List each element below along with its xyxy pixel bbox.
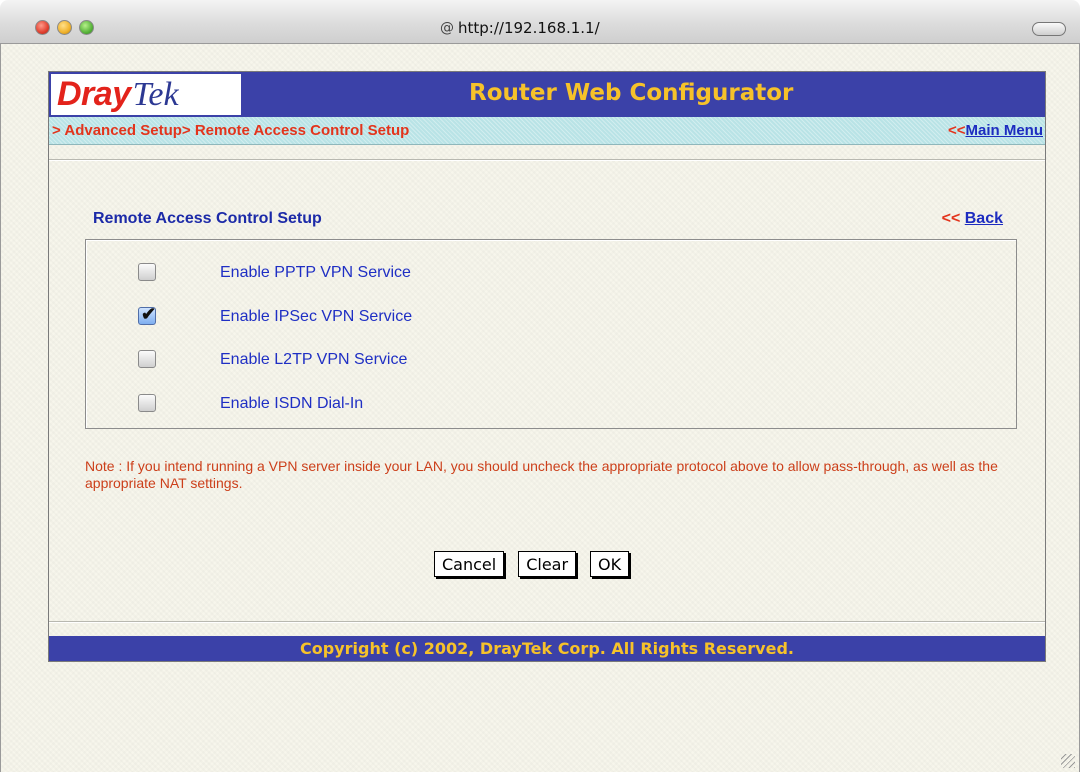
- logo-text-tek: Tek: [132, 75, 179, 113]
- clear-button[interactable]: Clear: [518, 551, 577, 577]
- ipsec-checkbox[interactable]: ✔: [138, 304, 157, 325]
- option-row-ipsec: ✔ Enable IPSec VPN Service: [86, 304, 1016, 329]
- main-menu-prefix: <<: [947, 122, 966, 139]
- breadcrumb-bar: > Advanced Setup> Remote Access Control …: [49, 117, 1045, 145]
- back-link[interactable]: Back: [965, 210, 1003, 227]
- draytek-logo: Dray Tek: [51, 74, 241, 115]
- option-row-l2tp: Enable L2TP VPN Service: [86, 348, 1016, 372]
- isdn-label: Enable ISDN Dial-In: [220, 395, 364, 412]
- option-row-pptp: Enable PPTP VPN Service: [86, 261, 1016, 285]
- zoom-window-button[interactable]: [79, 20, 94, 35]
- browser-titlebar: @ http://192.168.1.1/: [0, 0, 1080, 44]
- back-link-wrapper: << Back: [942, 210, 1003, 228]
- l2tp-label: Enable L2TP VPN Service: [220, 351, 408, 368]
- l2tp-checkbox[interactable]: [138, 350, 156, 368]
- toolbar-toggle-button[interactable]: [1032, 22, 1066, 36]
- form-buttons: Cancel Clear OK: [434, 551, 630, 577]
- footer-bar: Copyright (c) 2002, DrayTek Corp. All Ri…: [49, 636, 1045, 661]
- page-header-title: Router Web Configurator: [469, 80, 794, 106]
- url-globe-icon: @: [440, 20, 454, 36]
- ok-button[interactable]: OK: [590, 551, 630, 577]
- copyright-text: Copyright (c) 2002, DrayTek Corp. All Ri…: [300, 639, 794, 658]
- section-title: Remote Access Control Setup: [93, 210, 322, 227]
- main-menu-link[interactable]: Main Menu: [966, 122, 1044, 139]
- back-prefix: <<: [941, 210, 965, 227]
- breadcrumb: > Advanced Setup> Remote Access Control …: [52, 122, 410, 139]
- close-window-button[interactable]: [35, 20, 50, 35]
- main-menu-link-wrapper: <<Main Menu: [948, 122, 1043, 139]
- checkmark-icon: ✔: [141, 304, 157, 324]
- pptp-checkbox[interactable]: [138, 263, 156, 281]
- page-content: Dray Tek Router Web Configurator > Advan…: [0, 44, 1080, 772]
- minimize-window-button[interactable]: [57, 20, 72, 35]
- logo-text-dray: Dray: [57, 75, 131, 113]
- isdn-checkbox[interactable]: [138, 394, 156, 412]
- divider-bottom: [49, 621, 1045, 623]
- configurator-frame: Dray Tek Router Web Configurator > Advan…: [48, 71, 1046, 662]
- header-bar: Dray Tek Router Web Configurator: [49, 72, 1045, 117]
- pptp-label: Enable PPTP VPN Service: [220, 264, 411, 281]
- divider-top: [49, 159, 1045, 161]
- cancel-button[interactable]: Cancel: [434, 551, 505, 577]
- note-text: Note : If you intend running a VPN serve…: [85, 458, 998, 491]
- ipsec-label: Enable IPSec VPN Service: [220, 308, 413, 325]
- url-text: http://192.168.1.1/: [458, 19, 600, 37]
- options-panel: Enable PPTP VPN Service ✔ Enable IPSec V…: [85, 239, 1017, 429]
- resize-grip-icon[interactable]: [1061, 754, 1075, 768]
- option-row-isdn: Enable ISDN Dial-In: [86, 392, 1016, 416]
- address-display[interactable]: @ http://192.168.1.1/: [440, 18, 600, 38]
